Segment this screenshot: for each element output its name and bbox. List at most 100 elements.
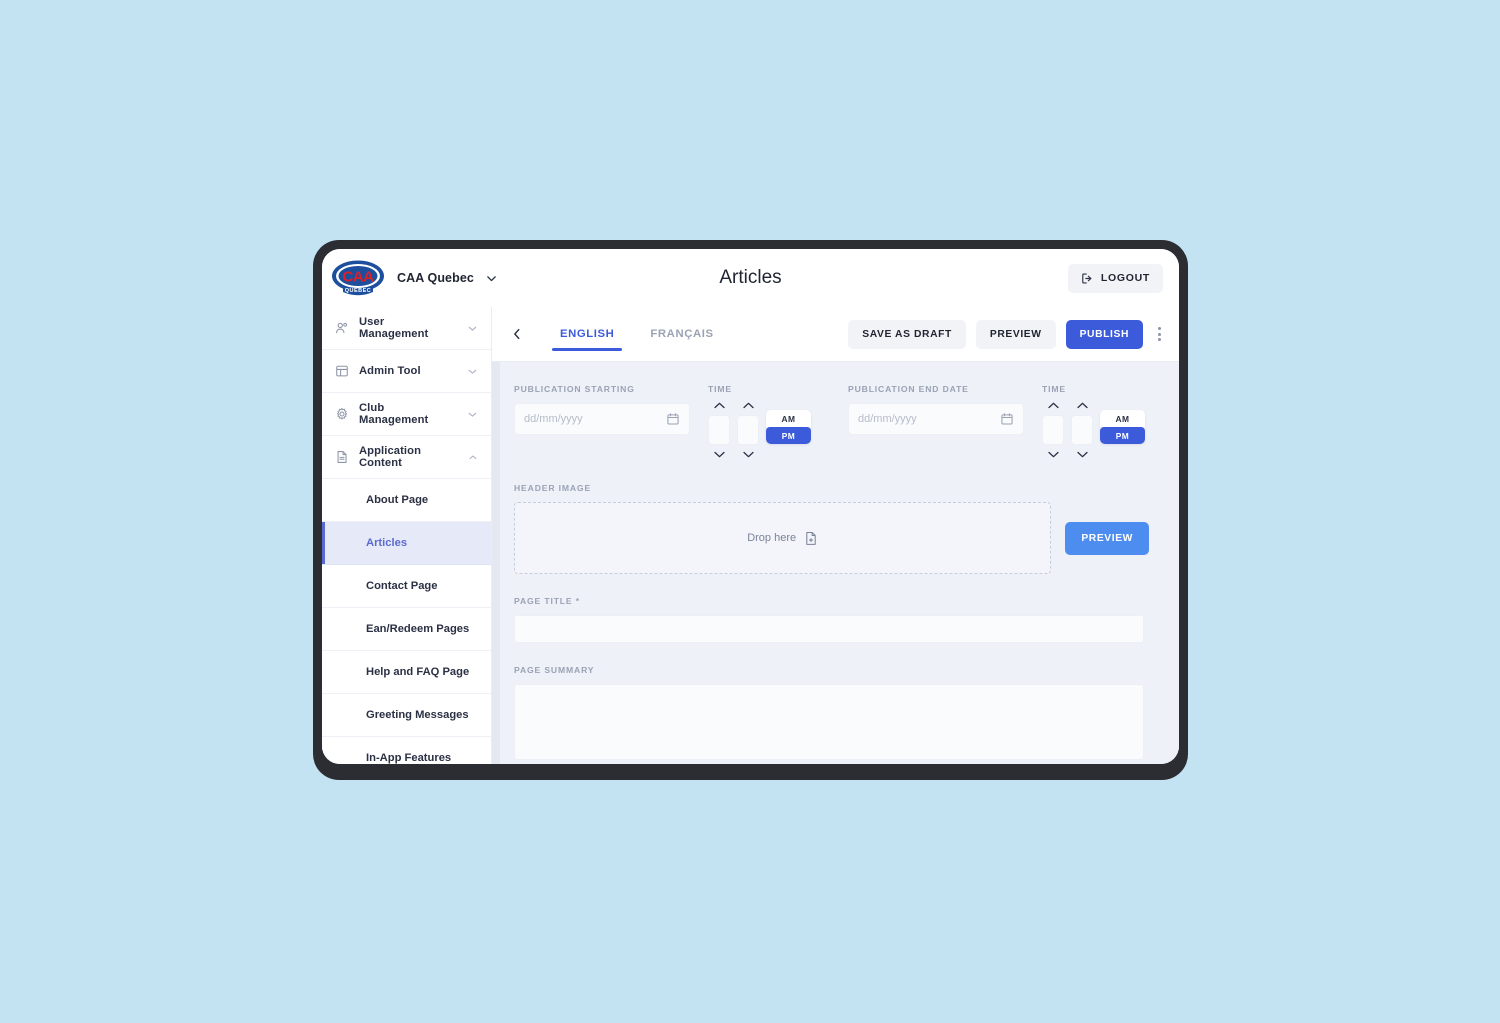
kebab-dot	[1158, 327, 1161, 330]
svg-text:CAA: CAA	[343, 269, 375, 286]
main-content: ENGLISH FRANÇAIS SAVE AS DRAFT PREVIEW P…	[492, 307, 1179, 764]
sidebar-label: Club Management	[359, 402, 429, 426]
hour-increment-button[interactable]	[1044, 399, 1063, 412]
sidebar-label: Help and FAQ Page	[366, 666, 470, 678]
minute-spinner-start	[737, 399, 759, 461]
header-image-row: Drop here PREVIEW	[514, 502, 1149, 574]
sidebar-item-club-management[interactable]: Club Management	[322, 393, 491, 436]
page-title-section: PAGE TITLE *	[514, 596, 1149, 643]
chevron-down-icon	[713, 451, 725, 458]
logout-button[interactable]: LOGOUT	[1067, 263, 1163, 293]
sidebar-label: Contact Page	[366, 580, 438, 592]
hour-spinner-end	[1042, 399, 1064, 461]
logout-arrow-icon	[1082, 272, 1092, 284]
meridiem-toggle-end: AM PM	[1100, 410, 1145, 444]
svg-text:QUEBEC: QUEBEC	[345, 288, 372, 294]
back-button[interactable]	[508, 323, 532, 345]
meridiem-toggle-start: AM PM	[766, 410, 811, 444]
caa-quebec-logo: CAA QUEBEC	[332, 260, 384, 296]
editor-toolbar: ENGLISH FRANÇAIS SAVE AS DRAFT PREVIEW P…	[492, 307, 1179, 362]
hour-input-end[interactable]	[1042, 415, 1064, 445]
hour-decrement-button[interactable]	[1044, 448, 1063, 461]
am-option-start[interactable]: AM	[766, 410, 811, 427]
sidebar-item-admin-tool[interactable]: Admin Tool	[322, 350, 491, 393]
sidebar-label: In-App Features	[366, 752, 452, 764]
minute-increment-button[interactable]	[739, 399, 758, 412]
chevron-down-icon[interactable]	[466, 408, 479, 421]
sidebar-label: Greeting Messages	[366, 709, 469, 721]
tab-english[interactable]: ENGLISH	[544, 307, 630, 361]
time-picker-end: AM PM	[1042, 399, 1158, 461]
pm-option-start[interactable]: PM	[766, 427, 811, 444]
page-title-label: PAGE TITLE *	[514, 596, 580, 606]
page-summary-label: PAGE SUMMARY	[514, 665, 595, 675]
am-option-end[interactable]: AM	[1100, 410, 1145, 427]
page-summary-textarea[interactable]	[514, 684, 1144, 760]
kebab-menu-icon[interactable]	[1153, 323, 1166, 345]
minute-decrement-button[interactable]	[1073, 448, 1092, 461]
publication-dates-row: PUBLICATION STARTING dd/mm/yyyy TIME AM …	[514, 384, 1149, 461]
sidebar-item-contact-page[interactable]: Contact Page	[322, 565, 491, 608]
app-body: User Management Admin Tool Club Manageme…	[322, 307, 1179, 764]
layout-panel-icon	[336, 365, 348, 377]
chevron-down-icon[interactable]	[466, 322, 479, 335]
publication-end-placeholder: dd/mm/yyyy	[858, 413, 917, 425]
publication-start-input[interactable]: dd/mm/yyyy	[514, 403, 690, 435]
kebab-dot	[1158, 338, 1161, 341]
file-add-icon	[806, 531, 816, 545]
page-summary-section: PAGE SUMMARY	[514, 665, 1149, 760]
save-as-draft-button[interactable]: SAVE AS DRAFT	[848, 319, 966, 349]
brand-block[interactable]: CAA QUEBEC CAA Quebec	[330, 257, 498, 299]
publication-end-input[interactable]: dd/mm/yyyy	[848, 403, 1024, 435]
time-label: TIME	[708, 384, 732, 394]
image-dropzone[interactable]: Drop here	[514, 502, 1052, 574]
preview-button[interactable]: PREVIEW	[975, 319, 1056, 349]
publication-start-group: PUBLICATION STARTING dd/mm/yyyy	[514, 384, 690, 435]
hour-input-start[interactable]	[708, 415, 730, 445]
hour-increment-button[interactable]	[710, 399, 729, 412]
brand-name-label: CAA Quebec	[397, 271, 474, 285]
sidebar-item-user-management[interactable]: User Management	[322, 307, 491, 350]
calendar-icon[interactable]	[1000, 412, 1014, 426]
sidebar-item-in-app-features[interactable]: In-App Features	[322, 737, 491, 764]
sidebar-item-ean-redeem-pages[interactable]: Ean/Redeem Pages	[322, 608, 491, 651]
pm-option-end[interactable]: PM	[1100, 427, 1145, 444]
app-screen: CAA QUEBEC CAA Quebec Articles LOGOUT Us…	[322, 249, 1179, 764]
logout-label: LOGOUT	[1100, 272, 1150, 284]
minute-input-end[interactable]	[1071, 415, 1093, 445]
chevron-down-icon[interactable]	[466, 365, 479, 378]
minute-increment-button[interactable]	[1073, 399, 1092, 412]
sidebar-label: Admin Tool	[359, 365, 421, 377]
publication-start-time-group: TIME AM PM	[690, 384, 824, 461]
page-title-input[interactable]	[514, 615, 1144, 643]
publication-starting-label: PUBLICATION STARTING	[514, 384, 635, 394]
tablet-device-frame: CAA QUEBEC CAA Quebec Articles LOGOUT Us…	[313, 240, 1188, 780]
minute-input-start[interactable]	[737, 415, 759, 445]
chevron-down-icon[interactable]	[485, 272, 498, 285]
chevron-up-icon[interactable]	[467, 451, 479, 464]
sidebar-item-greeting-messages[interactable]: Greeting Messages	[322, 694, 491, 737]
chevron-down-icon	[1047, 451, 1059, 458]
sidebar-item-articles[interactable]: Articles	[322, 522, 491, 565]
language-tabs: ENGLISH FRANÇAIS	[544, 307, 730, 361]
publication-end-label: PUBLICATION END DATE	[848, 384, 969, 394]
sidebar-label: Application Content	[359, 445, 422, 469]
chevron-down-icon	[1076, 451, 1088, 458]
chevron-up-icon	[1047, 402, 1059, 409]
calendar-icon[interactable]	[666, 412, 680, 426]
minute-decrement-button[interactable]	[739, 448, 758, 461]
sidebar-item-help-and-faq-page[interactable]: Help and FAQ Page	[322, 651, 491, 694]
sidebar-label: Articles	[366, 537, 408, 549]
app-header: CAA QUEBEC CAA Quebec Articles LOGOUT	[322, 249, 1179, 307]
sidebar-item-application-content[interactable]: Application Content	[322, 436, 491, 479]
tab-francais[interactable]: FRANÇAIS	[634, 307, 729, 361]
chevron-up-icon	[742, 402, 754, 409]
minute-spinner-end	[1071, 399, 1093, 461]
sidebar-item-about-page[interactable]: About Page	[322, 479, 491, 522]
sidebar-label: Ean/Redeem Pages	[366, 623, 470, 635]
image-preview-button[interactable]: PREVIEW	[1065, 521, 1149, 555]
publish-button[interactable]: PUBLISH	[1065, 319, 1143, 349]
hour-decrement-button[interactable]	[710, 448, 729, 461]
hour-spinner-start	[708, 399, 730, 461]
chevron-up-icon	[713, 402, 725, 409]
